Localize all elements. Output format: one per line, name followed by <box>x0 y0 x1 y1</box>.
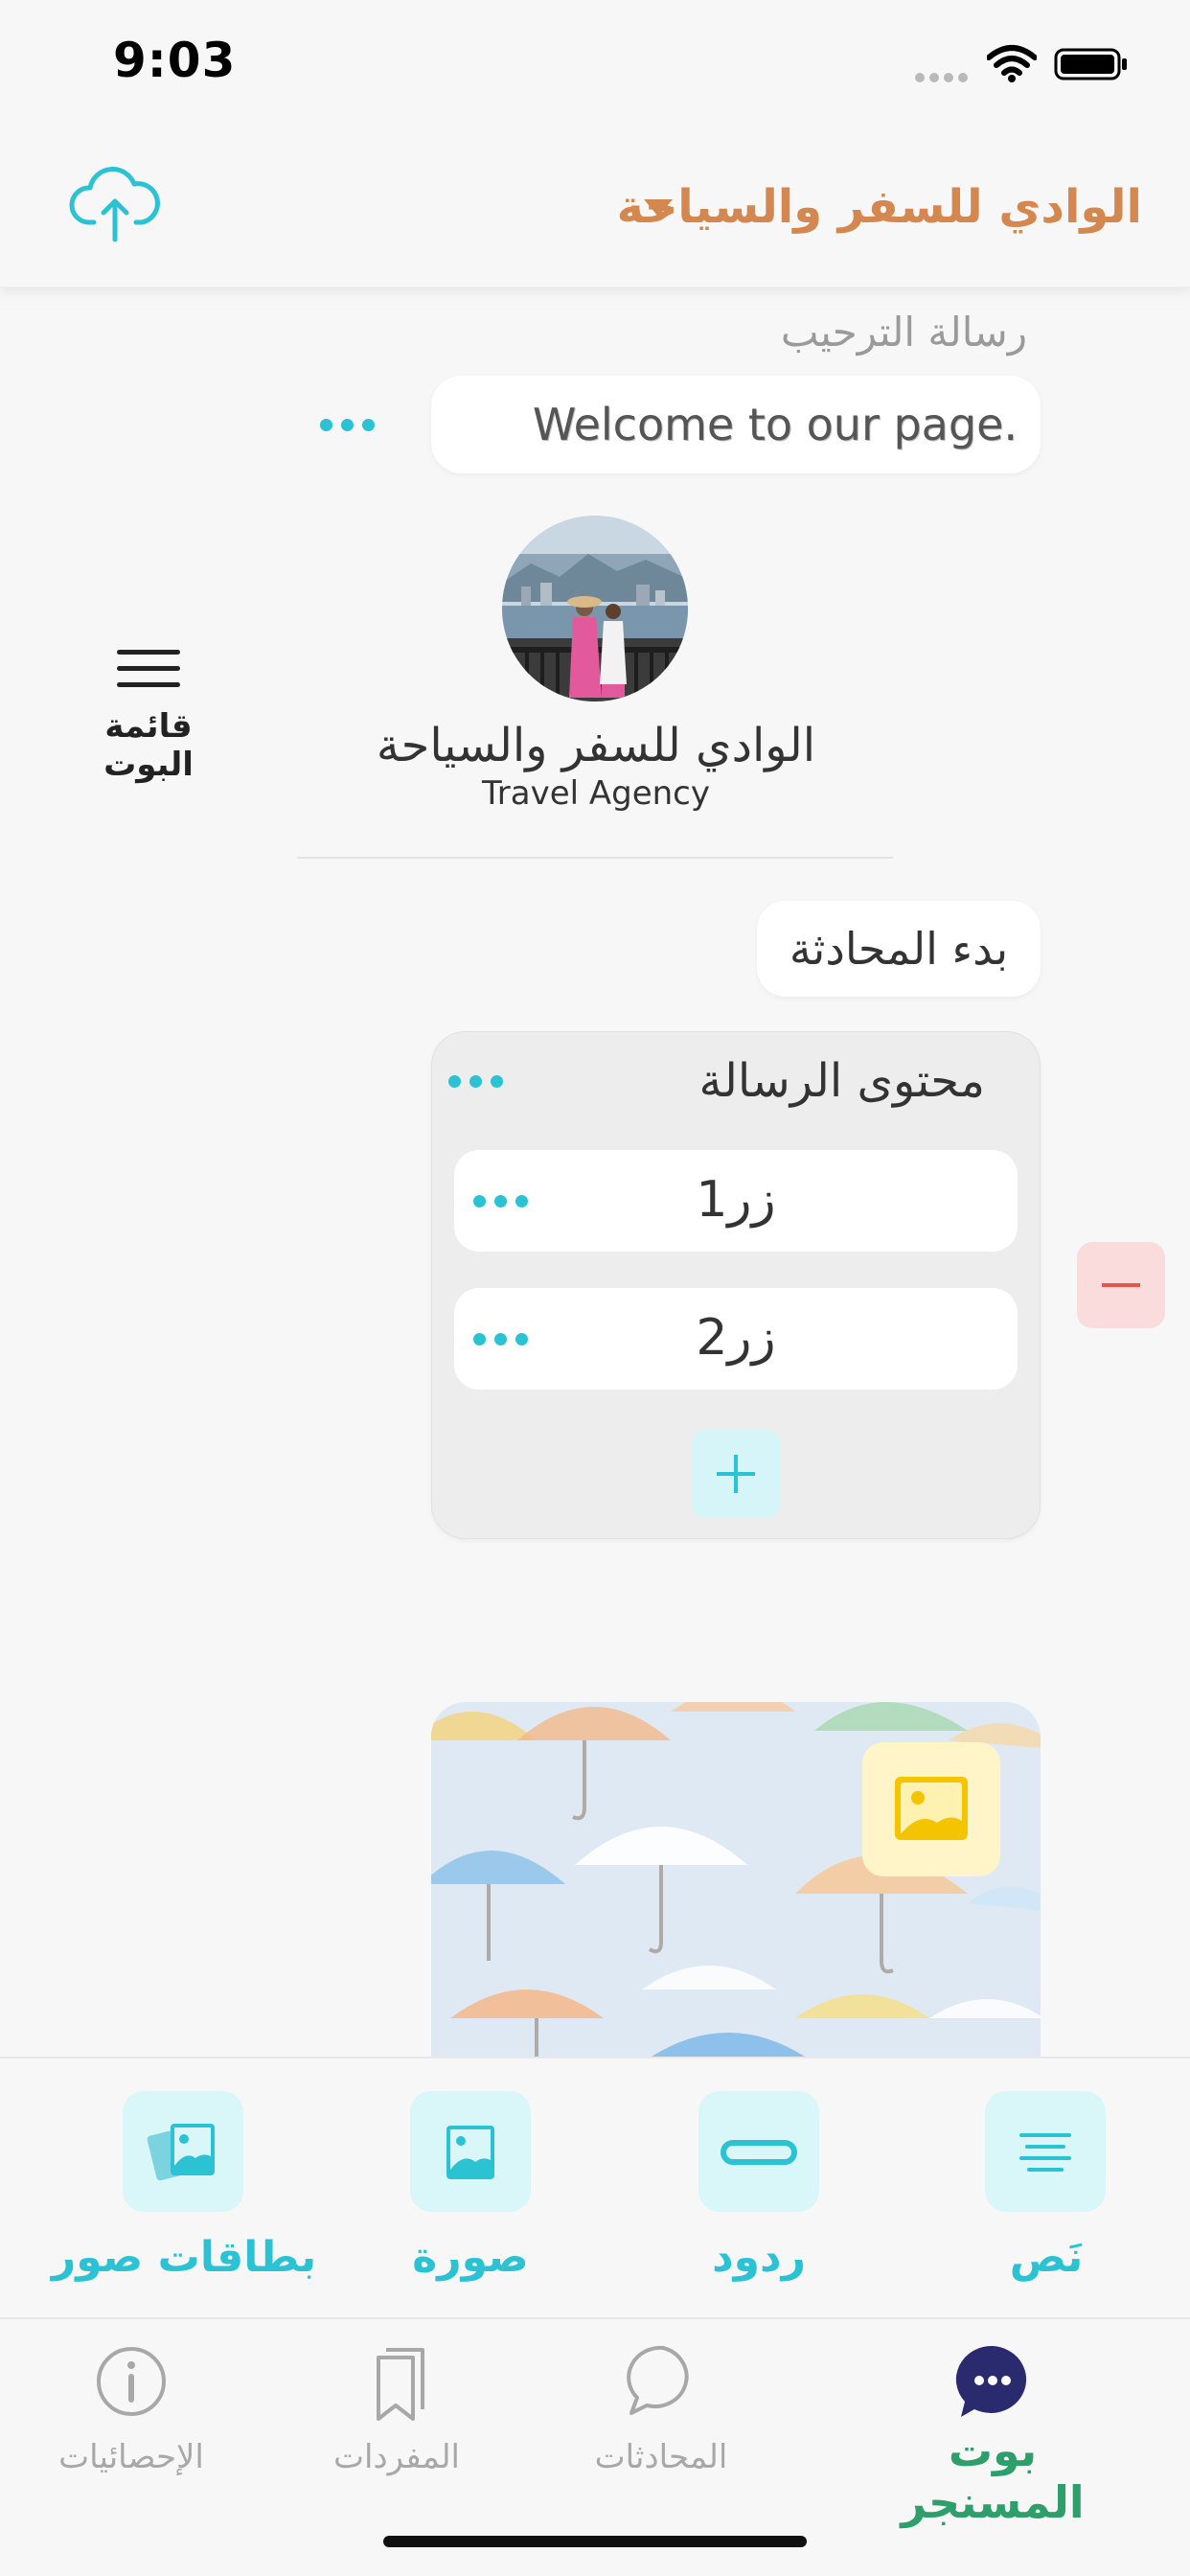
image-placeholder-badge <box>862 1742 1000 1876</box>
add-text-label[interactable]: نَص <box>903 2233 1190 2282</box>
tab-vocabulary[interactable]: المفردات <box>263 2438 531 2476</box>
hamburger-menu-icon[interactable] <box>117 650 180 688</box>
image-icon <box>895 1777 968 1840</box>
page-avatar <box>502 516 688 702</box>
info-icon[interactable] <box>88 2338 174 2425</box>
chat-bubble-icon[interactable] <box>618 2338 704 2425</box>
welcome-more-icon[interactable] <box>320 419 375 431</box>
tab-conversations[interactable]: المحادثات <box>527 2438 795 2476</box>
message-button-label: زر2 <box>696 1309 776 1367</box>
add-image-cards-button[interactable] <box>123 2091 243 2212</box>
message-more-icon[interactable] <box>448 1075 503 1088</box>
tab-statistics[interactable]: الإحصائيات <box>0 2438 265 2476</box>
chevron-down-icon[interactable] <box>644 199 673 217</box>
cloud-upload-icon[interactable] <box>67 167 163 243</box>
page-name: الوادي للسفر والسياحة <box>376 719 816 772</box>
add-replies-label[interactable]: ردود <box>615 2233 903 2282</box>
welcome-message-bubble[interactable]: Welcome to our page. <box>431 376 1041 473</box>
image-cards-icon <box>147 2124 215 2181</box>
message-button-label: زر1 <box>696 1171 776 1229</box>
add-image-cards-label[interactable]: بطاقات صور <box>40 2233 328 2282</box>
add-text-button[interactable] <box>985 2091 1106 2212</box>
button-more-icon[interactable] <box>473 1195 528 1208</box>
bookmarks-icon[interactable] <box>354 2338 440 2425</box>
message-content-title[interactable]: محتوى الرسالة <box>699 1054 985 1108</box>
bot-menu-label[interactable]: قائمة البوت <box>57 707 240 784</box>
welcome-message-label: رسالة الترحيب <box>780 309 1027 356</box>
start-conversation-button[interactable]: بدء المحادثة <box>757 901 1041 997</box>
messenger-bot-icon[interactable] <box>950 2338 1036 2425</box>
add-button-button[interactable] <box>692 1430 780 1518</box>
button-more-icon[interactable] <box>473 1333 528 1346</box>
status-time: 9:03 <box>113 33 237 88</box>
battery-icon <box>1054 48 1127 80</box>
divider <box>297 857 893 859</box>
wifi-icon <box>987 45 1037 82</box>
add-image-button[interactable] <box>410 2091 531 2212</box>
page-category: Travel Agency <box>482 774 710 813</box>
cellular-signal-icon <box>915 69 973 82</box>
image-icon <box>446 2126 494 2179</box>
quick-reply-icon <box>721 2140 797 2165</box>
message-button-1[interactable]: زر1 <box>454 1150 1018 1252</box>
tab-messenger-bot[interactable]: بوت المسنجر <box>858 2425 1127 2528</box>
welcome-message-text: Welcome to our page. <box>532 399 1018 450</box>
page-selector[interactable]: الوادي للسفر والسياحة <box>617 180 1142 234</box>
text-align-icon <box>1019 2133 1071 2172</box>
remove-message-button[interactable] <box>1077 1242 1165 1328</box>
home-indicator[interactable] <box>383 2536 807 2547</box>
minus-icon <box>1102 1283 1140 1287</box>
add-image-label[interactable]: صورة <box>327 2233 614 2282</box>
message-button-2[interactable]: زر2 <box>454 1288 1018 1390</box>
add-replies-button[interactable] <box>698 2091 819 2212</box>
